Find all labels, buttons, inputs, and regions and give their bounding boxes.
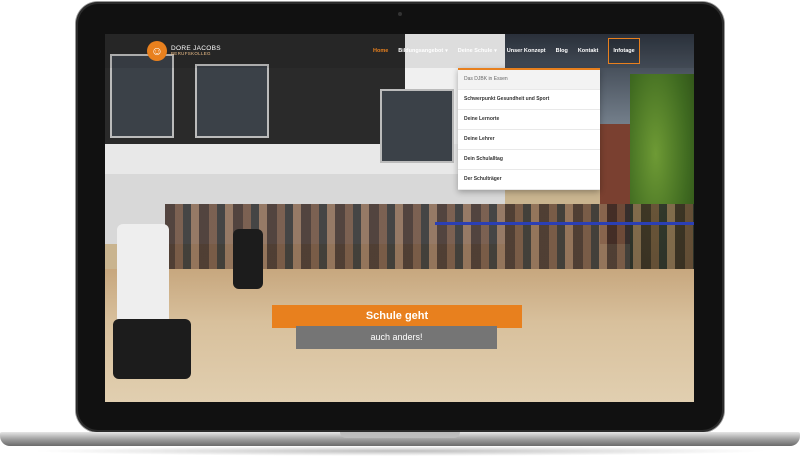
logo-figure-icon: ☺ (147, 41, 167, 61)
nav-unser-konzept[interactable]: Unser Konzept (507, 48, 546, 54)
logo[interactable]: ☺ DORE JACOBS BERUFSKOLLEG (147, 41, 221, 61)
nav-infotage-label: Infotage (613, 48, 635, 54)
dropdown-item-das-djbk[interactable]: Das DJBK in Essen (458, 70, 600, 90)
hero-photo-player-legs (113, 319, 191, 379)
laptop-notch (340, 432, 460, 438)
site-header: ☺ DORE JACOBS BERUFSKOLLEG Home Bildungs… (105, 34, 694, 68)
hero-photo-volleyball-net (435, 222, 694, 225)
chevron-down-icon: ▾ (494, 48, 497, 54)
nav-infotage-button[interactable]: Infotage (608, 38, 640, 64)
logo-text: DORE JACOBS BERUFSKOLLEG (171, 45, 221, 57)
nav-home[interactable]: Home (373, 48, 388, 54)
nav-blog[interactable]: Blog (556, 48, 568, 54)
nav-deine-schule-label: Deine Schule (457, 48, 493, 54)
dropdown-item-schwerpunkt[interactable]: Schwerpunkt Gesundheit und Sport (458, 90, 600, 110)
hero-subheadline: auch anders! (296, 326, 497, 349)
logo-subtitle: BERUFSKOLLEG (171, 51, 211, 56)
nav-bildungsangebot-label: Bildungsangebot (398, 48, 444, 54)
nav-kontakt[interactable]: Kontakt (578, 48, 598, 54)
dropdown-item-lehrer[interactable]: Deine Lehrer (458, 130, 600, 150)
camera-icon (398, 12, 402, 16)
laptop-shadow (30, 446, 770, 456)
hero-headline: Schule geht (272, 305, 522, 328)
nav-blog-label: Blog (555, 48, 568, 54)
chevron-down-icon: ▾ (445, 48, 448, 54)
hero-photo-player-2 (233, 229, 263, 289)
nav-bildungsangebot[interactable]: Bildungsangebot ▾ (398, 48, 447, 54)
nav-deine-schule[interactable]: Deine Schule ▾ (458, 48, 497, 54)
hero-photo-player-shirt (117, 224, 169, 324)
dropdown-item-schulalltag[interactable]: Dein Schulalltag (458, 150, 600, 170)
dropdown-item-schultraeger[interactable]: Der Schulträger (458, 170, 600, 190)
dropdown-item-lernorte[interactable]: Deine Lernorte (458, 110, 600, 130)
main-nav: Home Bildungsangebot ▾ Deine Schule ▾ Un… (373, 34, 640, 68)
nav-unser-konzept-label: Unser Konzept (506, 48, 546, 54)
nav-home-label: Home (373, 48, 389, 54)
deine-schule-dropdown: Das DJBK in Essen Schwerpunkt Gesundheit… (458, 68, 600, 190)
website-screen: ☺ DORE JACOBS BERUFSKOLLEG Home Bildungs… (105, 34, 694, 402)
nav-kontakt-label: Kontakt (577, 48, 599, 54)
